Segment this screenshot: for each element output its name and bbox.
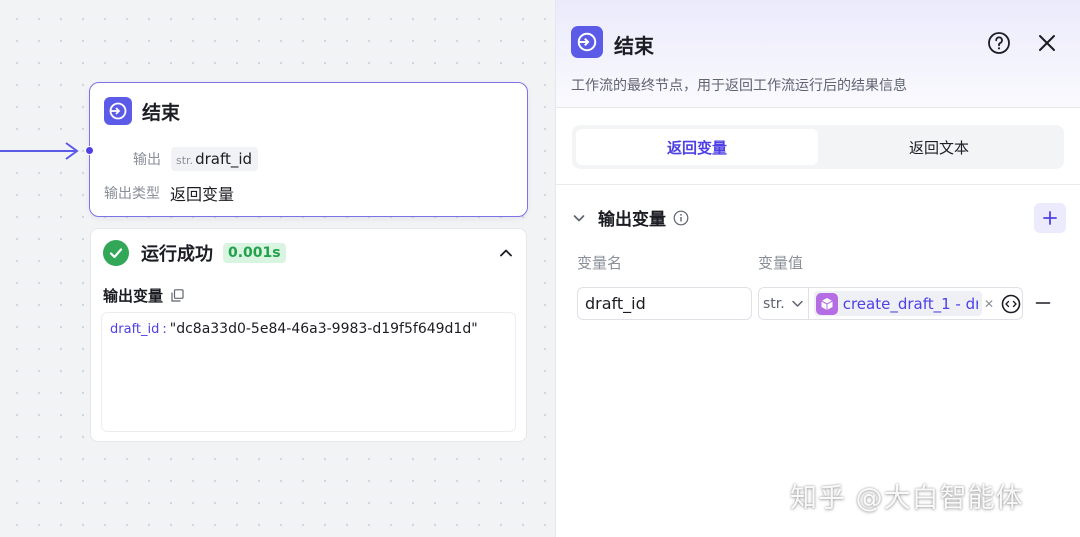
minus-icon[interactable] xyxy=(1035,295,1051,311)
tab-return-text[interactable]: 返回文本 xyxy=(818,129,1060,165)
end-node-card[interactable]: 结束 输出 str. draft_id 输出类型 返回变量 xyxy=(89,82,528,217)
output-variable-tag: str. draft_id xyxy=(171,147,259,171)
input-port[interactable] xyxy=(85,146,94,155)
output-type-value: 返回变量 xyxy=(170,185,235,204)
remove-reference-icon[interactable]: ✕ xyxy=(984,297,994,311)
node-settings-panel: 结束 工作流的最终节点，用于返回工作流运行后的结果信息 返回变量 返回文本 输出… xyxy=(555,0,1080,537)
add-variable-button[interactable] xyxy=(1034,203,1066,233)
check-circle-icon xyxy=(103,240,129,266)
duration-badge: 0.001s xyxy=(223,243,286,263)
output-separator: : xyxy=(162,322,167,337)
output-value: "dc8a33d0-5e84-46a3-9983-d19f5f649d1d" xyxy=(169,321,478,337)
result-output-label: 输出变量 xyxy=(103,287,164,305)
output-variables-section-header[interactable]: 输出变量 xyxy=(572,205,689,230)
column-header-name: 变量名 xyxy=(577,254,623,272)
run-status: 运行成功 xyxy=(141,244,213,265)
close-icon[interactable] xyxy=(1036,32,1058,54)
output-json-box: draft_id: "dc8a33d0-5e84-46a3-9983-d19f5f… xyxy=(101,312,516,432)
run-result-card: 运行成功 0.001s 输出变量 draft_id: "dc8a33d0-5e84… xyxy=(90,228,527,442)
chevron-down-icon[interactable] xyxy=(572,211,586,225)
output-mode-tabs: 返回变量 返回文本 xyxy=(572,125,1064,169)
reference-tag[interactable]: create_draft_1 - draft_id xyxy=(813,291,982,316)
tab-return-variable[interactable]: 返回变量 xyxy=(576,129,818,165)
info-icon[interactable] xyxy=(673,210,689,226)
chevron-down-icon xyxy=(791,300,803,307)
output-label: 输出 xyxy=(133,152,161,168)
watermark: 知乎 @大白智能体 xyxy=(790,483,1024,514)
divider xyxy=(556,184,1080,185)
node-title: 结束 xyxy=(142,101,181,124)
variable-picker-icon[interactable] xyxy=(1000,293,1022,315)
chevron-up-icon[interactable] xyxy=(498,245,514,261)
type-select-value: str. xyxy=(763,295,785,312)
panel-header: 结束 工作流的最终节点，用于返回工作流运行后的结果信息 xyxy=(556,0,1080,108)
workflow-canvas[interactable]: 结束 输出 str. draft_id 输出类型 返回变量 运行成功 0.001… xyxy=(0,0,555,537)
plus-icon xyxy=(1043,211,1057,225)
end-node-icon xyxy=(104,97,132,125)
copy-icon[interactable] xyxy=(171,289,184,302)
output-type-tag: str. xyxy=(176,154,194,167)
end-node-icon xyxy=(571,26,603,58)
section-title: 输出变量 xyxy=(598,210,666,230)
panel-description: 工作流的最终节点，用于返回工作流运行后的结果信息 xyxy=(571,78,907,94)
connection-edge xyxy=(0,142,79,160)
output-variable-name: draft_id xyxy=(195,150,253,168)
variable-name-input[interactable]: draft_id xyxy=(577,287,752,320)
reference-text: create_draft_1 - draft_id xyxy=(842,294,978,313)
help-circle-icon[interactable] xyxy=(987,31,1011,55)
type-select[interactable]: str. xyxy=(759,288,809,319)
cube-icon xyxy=(815,292,838,315)
output-type-label: 输出类型 xyxy=(104,186,160,202)
variable-value-field[interactable]: str. create_draft_1 - draft_id ✕ xyxy=(758,287,1023,320)
column-header-value: 变量值 xyxy=(758,254,804,272)
panel-title: 结束 xyxy=(614,34,654,58)
output-key: draft_id xyxy=(110,322,160,337)
